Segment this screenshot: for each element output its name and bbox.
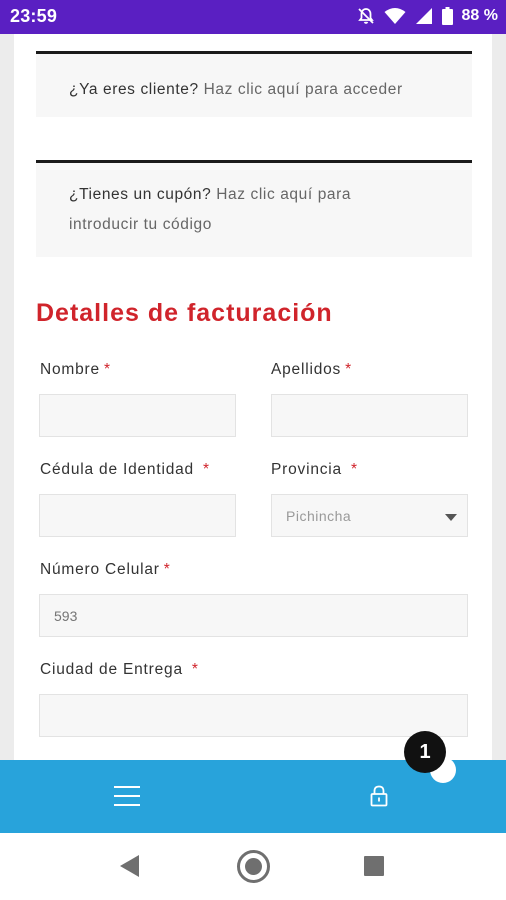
required-mark: * — [202, 461, 210, 478]
apellidos-label: Apellidos * — [271, 361, 352, 378]
apellidos-field[interactable] — [271, 394, 468, 437]
status-bar: 23:59 88 % — [0, 0, 506, 34]
coupon-link-line2[interactable]: introducir tu código — [69, 216, 212, 233]
celular-label: Número Celular * — [40, 561, 171, 578]
required-mark: * — [191, 661, 199, 678]
back-icon[interactable] — [120, 855, 139, 877]
login-question: ¿Ya eres cliente? — [69, 81, 199, 98]
ciudad-field[interactable] — [39, 694, 468, 737]
hamburger-icon[interactable] — [114, 786, 140, 806]
cedula-label: Cédula de Identidad * — [40, 461, 210, 478]
required-mark: * — [103, 361, 111, 378]
provincia-selected-value: Pichincha — [286, 507, 352, 524]
battery-percent: 88 % — [461, 7, 498, 24]
login-link[interactable]: Haz clic aquí para acceder — [204, 81, 403, 98]
provincia-label: Provincia * — [271, 461, 358, 478]
nombre-field[interactable] — [39, 394, 236, 437]
status-icons: 88 % — [357, 7, 498, 25]
required-mark: * — [350, 461, 358, 478]
cedula-field[interactable] — [39, 494, 236, 537]
celular-field[interactable] — [39, 594, 468, 637]
coupon-question: ¿Tienes un cupón? — [69, 186, 212, 203]
nombre-label: Nombre * — [40, 361, 111, 378]
wifi-icon — [384, 8, 406, 24]
checkout-page: ¿Ya eres cliente? Haz clic aquí para acc… — [14, 34, 492, 760]
required-mark: * — [345, 361, 352, 378]
notifications-off-icon — [357, 8, 374, 24]
recent-apps-icon[interactable] — [364, 856, 384, 876]
coupon-notice: ¿Tienes un cupón? Haz clic aquí para int… — [36, 160, 472, 257]
dropdown-arrow-icon — [445, 514, 457, 521]
provincia-select[interactable]: Pichincha — [271, 494, 468, 537]
status-time: 23:59 — [10, 6, 58, 26]
signal-icon — [415, 8, 432, 24]
home-icon[interactable] — [237, 850, 270, 883]
lock-icon[interactable] — [370, 785, 388, 807]
login-notice: ¿Ya eres cliente? Haz clic aquí para acc… — [36, 51, 472, 117]
billing-title: Detalles de facturación — [36, 299, 333, 327]
required-mark: * — [163, 561, 171, 578]
battery-icon — [441, 7, 453, 25]
notification-badge[interactable]: 1 — [404, 731, 446, 773]
ciudad-label: Ciudad de Entrega * — [40, 661, 199, 678]
system-nav-bar — [0, 833, 506, 900]
coupon-link[interactable]: Haz clic aquí para — [216, 186, 351, 203]
